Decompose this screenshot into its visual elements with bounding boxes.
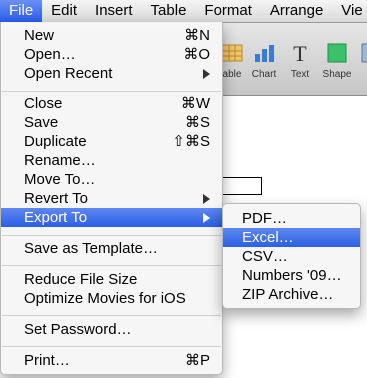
menu-item-label: New <box>24 27 55 44</box>
menu-item-open[interactable]: Open… ⌘O <box>1 45 222 64</box>
shortcut: ⌘S <box>184 114 210 131</box>
menu-item-duplicate[interactable]: Duplicate ⇧⌘S <box>1 132 222 151</box>
toolbar-shape-label: Shape <box>322 69 352 80</box>
menu-file[interactable]: File <box>0 0 43 22</box>
menu-item-label: Open Recent <box>24 65 113 82</box>
menu-item-close[interactable]: Close ⌘W <box>1 94 222 113</box>
table-border-line <box>220 194 262 195</box>
menu-item-reduce-file-size[interactable]: Reduce File Size <box>1 270 222 289</box>
menu-item-label: Set Password… <box>24 321 132 338</box>
toolbar-text-label: Text <box>290 69 310 80</box>
menu-separator <box>2 346 221 347</box>
submenu-item-zip-archive[interactable]: ZIP Archive… <box>223 285 360 304</box>
menu-item-label: Revert To <box>24 190 88 207</box>
chart-icon <box>244 42 284 66</box>
menu-item-label: Move To… <box>24 171 96 188</box>
shortcut: ⌘P <box>184 352 210 369</box>
menu-arrange[interactable]: Arrange <box>261 0 332 22</box>
menu-item-label: Reduce File Size <box>24 271 138 288</box>
menu-item-label: Optimize Movies for iOS <box>24 290 186 307</box>
submenu-arrow-icon <box>203 69 210 79</box>
submenu-item-excel[interactable]: Excel… <box>223 228 360 247</box>
menu-view[interactable]: Vie <box>332 0 367 22</box>
menu-item-label: Export To <box>24 209 88 226</box>
menu-item-optimize-movies[interactable]: Optimize Movies for iOS <box>1 289 222 308</box>
toolbar-chart-button[interactable]: Chart <box>244 42 284 80</box>
menu-item-save-as-template[interactable]: Save as Template… <box>1 239 222 258</box>
menu-item-label: Save as Template… <box>24 240 158 257</box>
menu-item-new[interactable]: New ⌘N <box>1 26 222 45</box>
menu-item-open-recent[interactable]: Open Recent <box>1 64 222 83</box>
toolbar-text-button[interactable]: T Text <box>280 41 320 80</box>
submenu-item-pdf[interactable]: PDF… <box>223 209 360 228</box>
submenu-item-label: Numbers '09… <box>242 267 342 284</box>
menu-separator <box>2 91 221 92</box>
menu-item-label: Save <box>24 114 59 131</box>
toolbar-media-button[interactable]: M <box>352 42 367 80</box>
menu-separator <box>2 235 221 236</box>
export-submenu: PDF… Excel… CSV… Numbers '09… ZIP Archiv… <box>222 203 361 309</box>
menu-insert[interactable]: Insert <box>86 0 142 22</box>
menu-separator <box>2 265 221 266</box>
menu-item-print[interactable]: Print… ⌘P <box>1 351 222 370</box>
menu-item-label: Duplicate <box>24 133 87 150</box>
submenu-item-csv[interactable]: CSV… <box>223 247 360 266</box>
table-border-line <box>261 177 262 195</box>
menu-bar: File Edit Insert Table Format Arrange Vi… <box>0 0 367 23</box>
menu-item-rename[interactable]: Rename… <box>1 151 222 170</box>
menu-table[interactable]: Table <box>142 0 196 22</box>
menu-separator <box>2 315 221 316</box>
menu-format[interactable]: Format <box>195 0 261 22</box>
menu-edit[interactable]: Edit <box>42 0 86 22</box>
toolbar-shape-button[interactable]: Shape <box>317 42 357 80</box>
submenu-arrow-icon <box>203 213 210 223</box>
media-icon <box>352 42 367 66</box>
shortcut: ⌘O <box>183 46 210 63</box>
toolbar-chart-label: Chart <box>251 69 277 80</box>
shortcut: ⇧⌘S <box>172 133 210 150</box>
menu-item-revert-to[interactable]: Revert To <box>1 189 222 208</box>
menu-item-label: Open… <box>24 46 76 63</box>
submenu-item-label: PDF… <box>242 210 287 227</box>
menu-item-set-password[interactable]: Set Password… <box>1 320 222 339</box>
shortcut: ⌘W <box>180 95 210 112</box>
menu-item-move-to[interactable]: Move To… <box>1 170 222 189</box>
menu-item-label: Close <box>24 95 63 112</box>
submenu-arrow-icon <box>203 194 210 204</box>
file-menu: New ⌘N Open… ⌘O Open Recent Close ⌘W Sav… <box>0 22 223 375</box>
svg-text:T: T <box>293 42 307 64</box>
text-icon: T <box>280 41 320 66</box>
menu-item-label: Print… <box>24 352 70 369</box>
shortcut: ⌘N <box>184 27 210 44</box>
shape-icon <box>317 42 357 66</box>
table-border-line <box>220 177 262 178</box>
submenu-item-label: ZIP Archive… <box>242 286 334 303</box>
submenu-item-label: CSV… <box>242 248 288 265</box>
menu-item-export-to[interactable]: Export To <box>1 208 222 227</box>
submenu-item-label: Excel… <box>242 229 294 246</box>
toolbar-media-label: M <box>352 69 367 80</box>
menu-item-label: Rename… <box>24 152 96 169</box>
menu-item-save[interactable]: Save ⌘S <box>1 113 222 132</box>
submenu-item-numbers-09[interactable]: Numbers '09… <box>223 266 360 285</box>
